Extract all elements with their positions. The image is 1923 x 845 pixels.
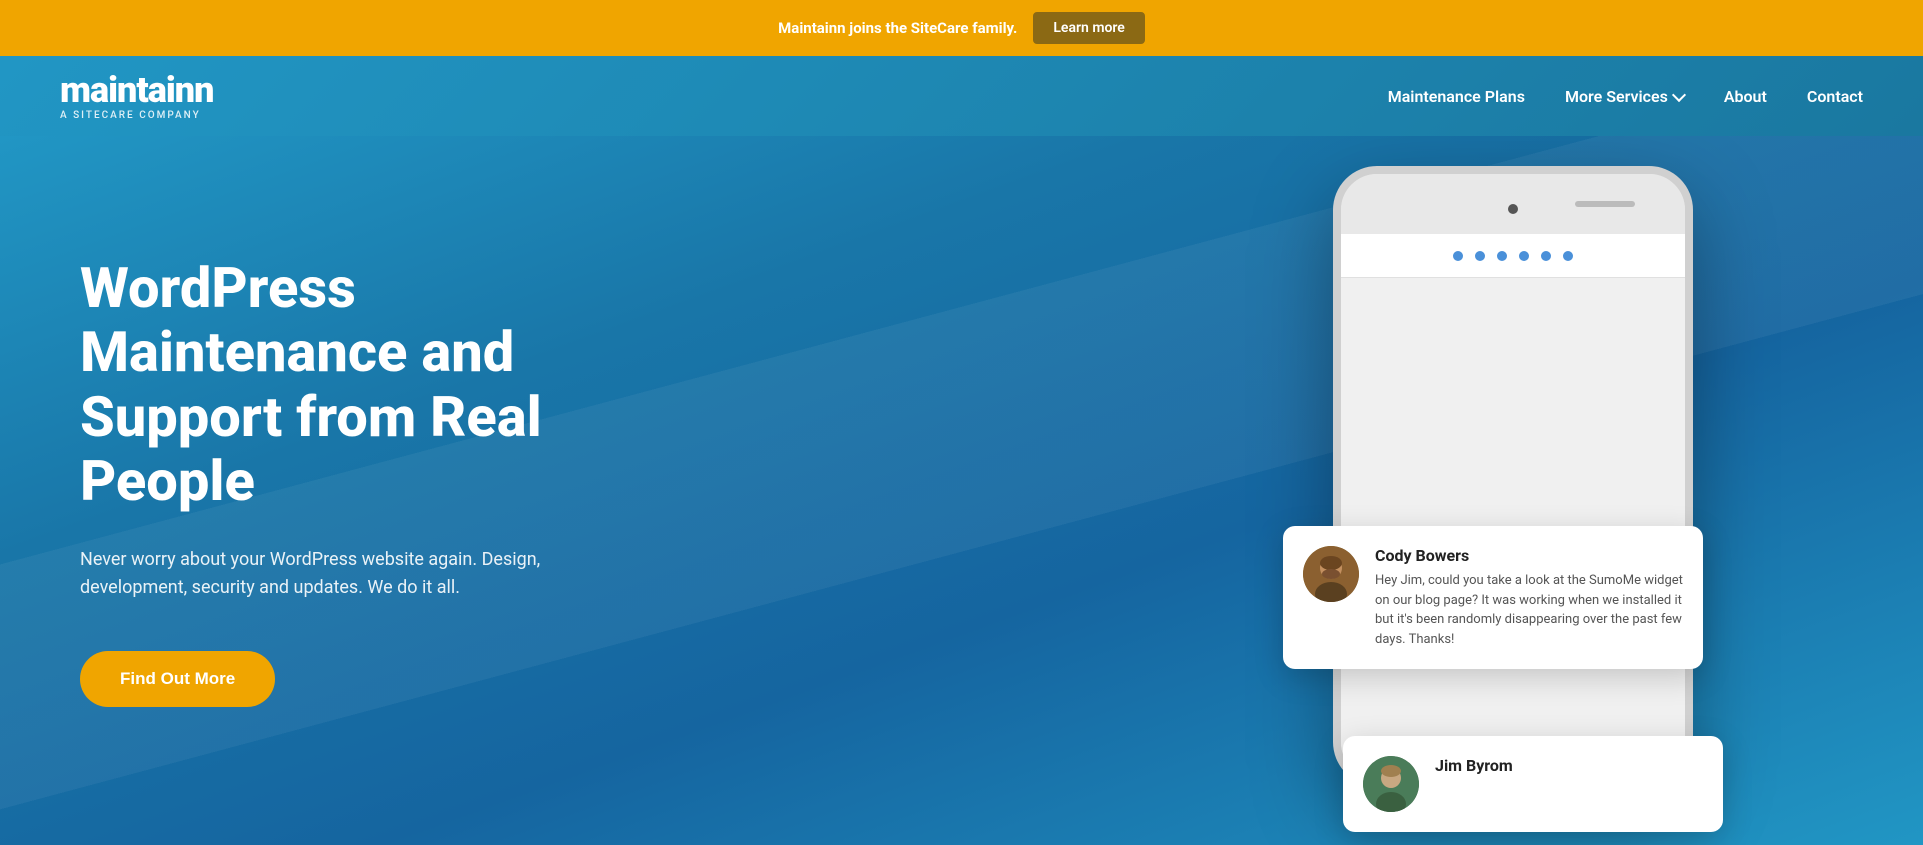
hero-visual: Cody Bowers Hey Jim, could you take a lo…	[1283, 166, 1863, 845]
logo-area: maintainn A SITECARE COMPANY	[60, 72, 213, 121]
phone-camera	[1508, 204, 1518, 214]
chat-name-jim: Jim Byrom	[1435, 756, 1513, 775]
site-header: maintainn A SITECARE COMPANY Maintenance…	[0, 56, 1923, 136]
nav-maintenance-plans[interactable]: Maintenance Plans	[1388, 87, 1525, 106]
phone-mockup	[1333, 166, 1693, 786]
chevron-down-icon	[1672, 87, 1686, 101]
avatar-jim	[1363, 756, 1419, 812]
nav-more-services[interactable]: More Services	[1565, 87, 1684, 106]
hero-subtitle: Never worry about your WordPress website…	[80, 546, 620, 604]
nav-contact[interactable]: Contact	[1807, 87, 1863, 106]
find-out-more-button[interactable]: Find Out More	[80, 651, 275, 707]
announcement-bar: Maintainn joins the SiteCare family. Lea…	[0, 0, 1923, 56]
chat-text-jim: Jim Byrom	[1435, 756, 1513, 781]
toolbar-dot-4	[1519, 251, 1529, 261]
main-nav: Maintenance Plans More Services About Co…	[1388, 87, 1863, 106]
toolbar-dot-2	[1475, 251, 1485, 261]
nav-about[interactable]: About	[1724, 87, 1767, 106]
chat-card-jim: Jim Byrom	[1343, 736, 1723, 832]
chat-card-cody: Cody Bowers Hey Jim, could you take a lo…	[1283, 526, 1703, 669]
logo-tagline: A SITECARE COMPANY	[60, 110, 213, 121]
toolbar-dot-6	[1563, 251, 1573, 261]
avatar-cody	[1303, 546, 1359, 602]
toolbar-dot-1	[1453, 251, 1463, 261]
chat-name-cody: Cody Bowers	[1375, 546, 1683, 565]
phone-toolbar	[1341, 234, 1685, 278]
learn-more-button[interactable]: Learn more	[1033, 12, 1144, 44]
announcement-text: Maintainn joins the SiteCare family.	[778, 19, 1017, 37]
hero-title: WordPress Maintenance and Support from R…	[80, 256, 690, 514]
logo[interactable]: maintainn	[60, 72, 213, 108]
chat-message-cody: Hey Jim, could you take a look at the Su…	[1375, 571, 1683, 649]
toolbar-dot-3	[1497, 251, 1507, 261]
phone-screen	[1341, 234, 1685, 778]
phone-speaker	[1575, 201, 1635, 207]
hero-section: WordPress Maintenance and Support from R…	[0, 136, 1923, 845]
chat-text-cody: Cody Bowers Hey Jim, could you take a lo…	[1375, 546, 1683, 649]
phone-top-bar	[1341, 174, 1685, 234]
toolbar-dot-5	[1541, 251, 1551, 261]
hero-content: WordPress Maintenance and Support from R…	[0, 216, 750, 787]
